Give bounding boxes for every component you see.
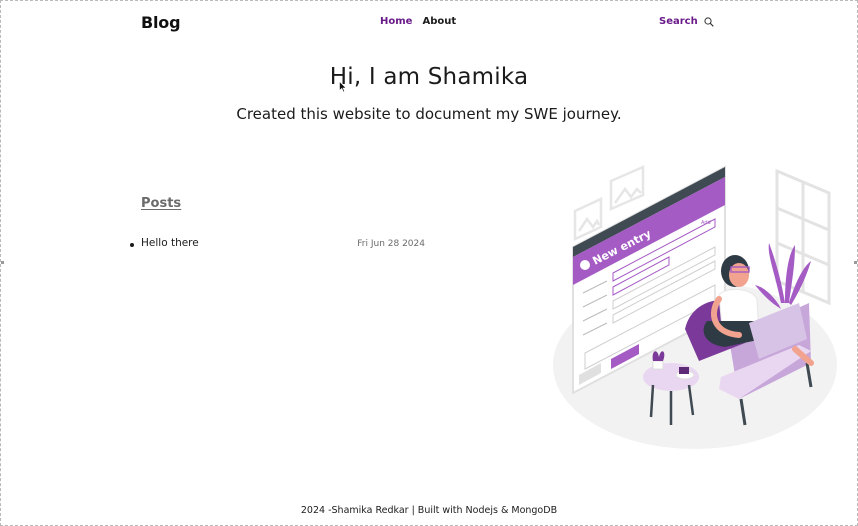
edge-marker-left — [1, 261, 4, 264]
posts-heading: Posts — [141, 196, 182, 211]
mouse-cursor-icon — [339, 81, 347, 93]
page-frame: Blog Home About Search Hi, I am Shamika … — [0, 0, 858, 526]
post-date: Fri Jun 28 2024 — [357, 239, 425, 249]
post-list-item[interactable]: Hello there Fri Jun 28 2024 — [130, 237, 431, 249]
post-title: Hello there — [141, 237, 199, 249]
footer-text: 2024 -Shamika Redkar | Built with Nodejs… — [300, 505, 558, 516]
window-frame-illustration — [775, 168, 831, 306]
blog-logo[interactable]: Blog — [141, 13, 181, 32]
search-icon — [704, 16, 714, 27]
hero-title: Hi, I am Shamika — [329, 64, 529, 90]
hero-subtitle: Created this website to document my SWE … — [236, 105, 622, 123]
woman-with-laptop-illustration: New entry Add — [553, 165, 837, 449]
search-label: Search — [659, 16, 698, 27]
search-button[interactable]: Search — [659, 16, 714, 27]
main-nav: Home About — [380, 16, 456, 27]
nav-home-link[interactable]: Home — [380, 16, 412, 27]
edge-marker-right — [854, 261, 857, 264]
nav-about-link[interactable]: About — [422, 16, 456, 27]
post-list: Hello there Fri Jun 28 2024 — [130, 237, 431, 249]
